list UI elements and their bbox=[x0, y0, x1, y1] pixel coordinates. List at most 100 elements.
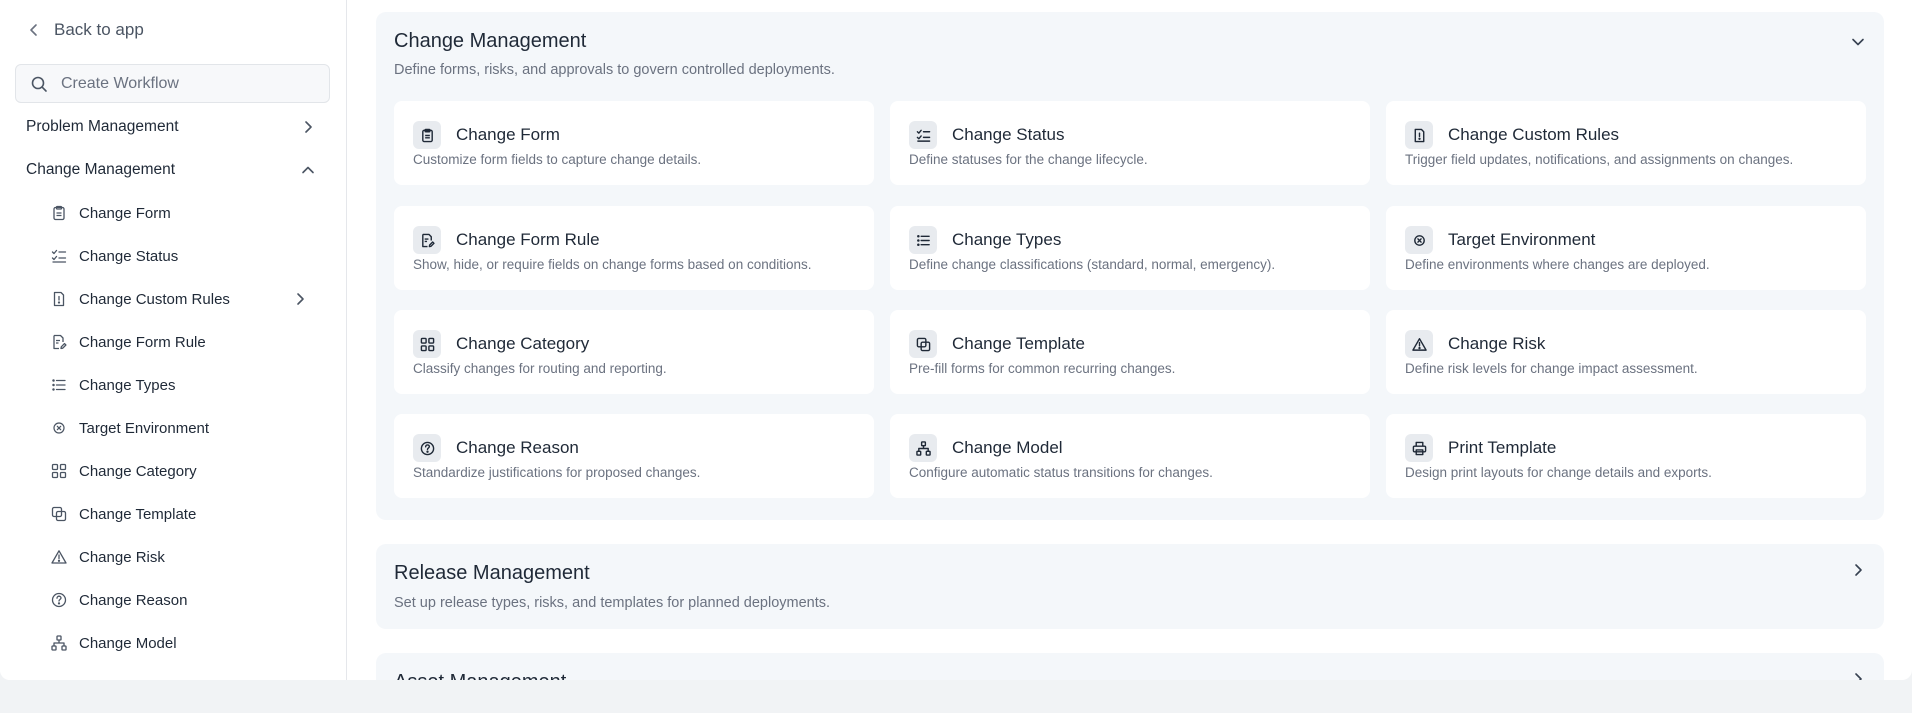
sidebar-item-change-status[interactable]: Change Status bbox=[50, 242, 308, 270]
card-description: Configure automatic status transitions f… bbox=[909, 465, 1213, 480]
card-description: Show, hide, or require fields on change … bbox=[413, 257, 812, 272]
list-icon bbox=[909, 226, 937, 254]
card-title: Change Risk bbox=[1448, 334, 1546, 353]
copy-icon bbox=[909, 330, 937, 358]
back-to-app-label: Back to app bbox=[54, 20, 144, 39]
card-change-types[interactable]: Change Types Define change classificatio… bbox=[890, 206, 1370, 290]
section-asset-management[interactable]: Asset Management bbox=[376, 653, 1884, 680]
chevron-left-icon bbox=[30, 24, 37, 36]
card-target-environment[interactable]: Target Environment Define environments w… bbox=[1386, 206, 1866, 290]
section-collapse-button[interactable] bbox=[1848, 32, 1868, 52]
sidebar-item-change-form-rule[interactable]: Change Form Rule bbox=[50, 328, 308, 356]
section-change-management: Change Management Define forms, risks, a… bbox=[376, 12, 1884, 520]
file-edit-icon bbox=[413, 226, 441, 254]
sidebar-item-change-category[interactable]: Change Category bbox=[50, 457, 308, 485]
sidebar-item-target-environment[interactable]: Target Environment bbox=[50, 414, 308, 442]
section-description: Define forms, risks, and approvals to go… bbox=[394, 62, 835, 78]
sidebar-item-label: Change Reason bbox=[79, 591, 188, 609]
help-circle-icon bbox=[413, 434, 441, 462]
card-title: Change Form bbox=[456, 125, 560, 144]
card-description: Design print layouts for change details … bbox=[1405, 465, 1712, 480]
chevron-right-icon[interactable] bbox=[292, 291, 308, 307]
card-title: Change Template bbox=[952, 334, 1085, 353]
back-to-app-link[interactable]: Back to app bbox=[26, 18, 144, 42]
card-title: Change Reason bbox=[456, 438, 579, 457]
sidebar-item-label: Change Model bbox=[79, 634, 177, 652]
checklist-icon bbox=[50, 247, 68, 265]
clipboard-icon bbox=[50, 204, 68, 222]
warning-icon bbox=[1405, 330, 1433, 358]
card-change-model[interactable]: Change Model Configure automatic status … bbox=[890, 414, 1370, 498]
sidebar-item-change-template[interactable]: Change Template bbox=[50, 500, 308, 528]
chevron-down-icon bbox=[1852, 38, 1864, 46]
section-release-management[interactable]: Release Management Set up release types,… bbox=[376, 544, 1884, 629]
chevron-right-icon bbox=[1855, 673, 1862, 680]
sidebar-item-change-reason[interactable]: Change Reason bbox=[50, 586, 308, 614]
card-change-form-rule[interactable]: Change Form Rule Show, hide, or require … bbox=[394, 206, 874, 290]
search-input[interactable] bbox=[61, 74, 321, 93]
printer-icon bbox=[1405, 434, 1433, 462]
card-change-risk[interactable]: Change Risk Define risk levels for chang… bbox=[1386, 310, 1866, 394]
sidebar-item-label: Target Environment bbox=[79, 419, 210, 437]
sidebar-item-change-risk[interactable]: Change Risk bbox=[50, 543, 308, 571]
card-change-template[interactable]: Change Template Pre-fill forms for commo… bbox=[890, 310, 1370, 394]
checklist-icon bbox=[909, 121, 937, 149]
main-content: Change Management Define forms, risks, a… bbox=[348, 0, 1912, 680]
sidebar-item-label: Change Risk bbox=[79, 548, 165, 566]
section-title: Asset Management bbox=[394, 671, 566, 680]
sidebar-item-label: Change Form Rule bbox=[79, 333, 206, 351]
copy-icon bbox=[50, 505, 68, 523]
section-expand-button[interactable] bbox=[1848, 560, 1868, 580]
file-alert-icon bbox=[50, 290, 68, 308]
card-title: Change Status bbox=[952, 125, 1065, 144]
section-description: Set up release types, risks, and templat… bbox=[394, 595, 831, 611]
sidebar-group-change-management[interactable]: Change Management bbox=[26, 156, 316, 184]
sidebar-group-label: Problem Management bbox=[26, 118, 179, 135]
chevron-up-icon bbox=[302, 166, 314, 174]
file-alert-icon bbox=[1405, 121, 1433, 149]
target-icon bbox=[50, 419, 68, 437]
card-description: Trigger field updates, notifications, an… bbox=[1405, 152, 1794, 167]
card-title: Change Model bbox=[952, 438, 1063, 457]
card-title: Change Form Rule bbox=[456, 230, 600, 249]
sidebar-item-label: Change Custom Rules bbox=[79, 290, 230, 308]
file-edit-icon bbox=[50, 333, 68, 351]
card-change-category[interactable]: Change Category Classify changes for rou… bbox=[394, 310, 874, 394]
help-circle-icon bbox=[50, 591, 68, 609]
search-box bbox=[15, 64, 330, 103]
sidebar-item-change-form[interactable]: Change Form bbox=[50, 199, 308, 227]
card-title: Change Category bbox=[456, 334, 590, 353]
warning-icon bbox=[50, 548, 68, 566]
section-title: Release Management bbox=[394, 562, 590, 584]
card-description: Pre-fill forms for common recurring chan… bbox=[909, 361, 1176, 376]
sidebar: Back to app Problem Management Change Ma… bbox=[0, 0, 347, 680]
sidebar-item-change-model[interactable]: Change Model bbox=[50, 629, 308, 657]
app-window: Back to app Problem Management Change Ma… bbox=[0, 0, 1912, 680]
sidebar-item-label: Change Category bbox=[79, 462, 197, 480]
card-description: Customize form fields to capture change … bbox=[413, 152, 702, 167]
grid-icon bbox=[50, 462, 68, 480]
target-icon bbox=[1405, 226, 1433, 254]
sidebar-group-problem-management[interactable]: Problem Management bbox=[26, 113, 316, 141]
card-title: Change Types bbox=[952, 230, 1062, 249]
card-change-reason[interactable]: Change Reason Standardize justifications… bbox=[394, 414, 874, 498]
sidebar-item-change-types[interactable]: Change Types bbox=[50, 371, 308, 399]
card-print-template[interactable]: Print Template Design print layouts for … bbox=[1386, 414, 1866, 498]
sidebar-item-label: Change Types bbox=[79, 376, 176, 394]
grid-icon bbox=[413, 330, 441, 358]
sidebar-item-change-custom-rules[interactable]: Change Custom Rules bbox=[50, 285, 308, 313]
card-change-status[interactable]: Change Status Define statuses for the ch… bbox=[890, 101, 1370, 185]
card-title: Change Custom Rules bbox=[1448, 125, 1620, 144]
card-description: Define change classifications (standard,… bbox=[909, 257, 1276, 272]
section-expand-button[interactable] bbox=[1848, 669, 1868, 680]
card-change-form[interactable]: Change Form Customize form fields to cap… bbox=[394, 101, 874, 185]
sidebar-group-label: Change Management bbox=[26, 161, 176, 178]
chevron-right-icon bbox=[305, 121, 312, 133]
card-description: Define environments where changes are de… bbox=[1405, 257, 1710, 272]
card-change-custom-rules[interactable]: Change Custom Rules Trigger field update… bbox=[1386, 101, 1866, 185]
card-description: Define risk levels for change impact ass… bbox=[1405, 361, 1698, 376]
sidebar-item-label: Change Form bbox=[79, 204, 171, 222]
list-icon bbox=[50, 376, 68, 394]
card-description: Classify changes for routing and reporti… bbox=[413, 361, 667, 376]
network-icon bbox=[909, 434, 937, 462]
